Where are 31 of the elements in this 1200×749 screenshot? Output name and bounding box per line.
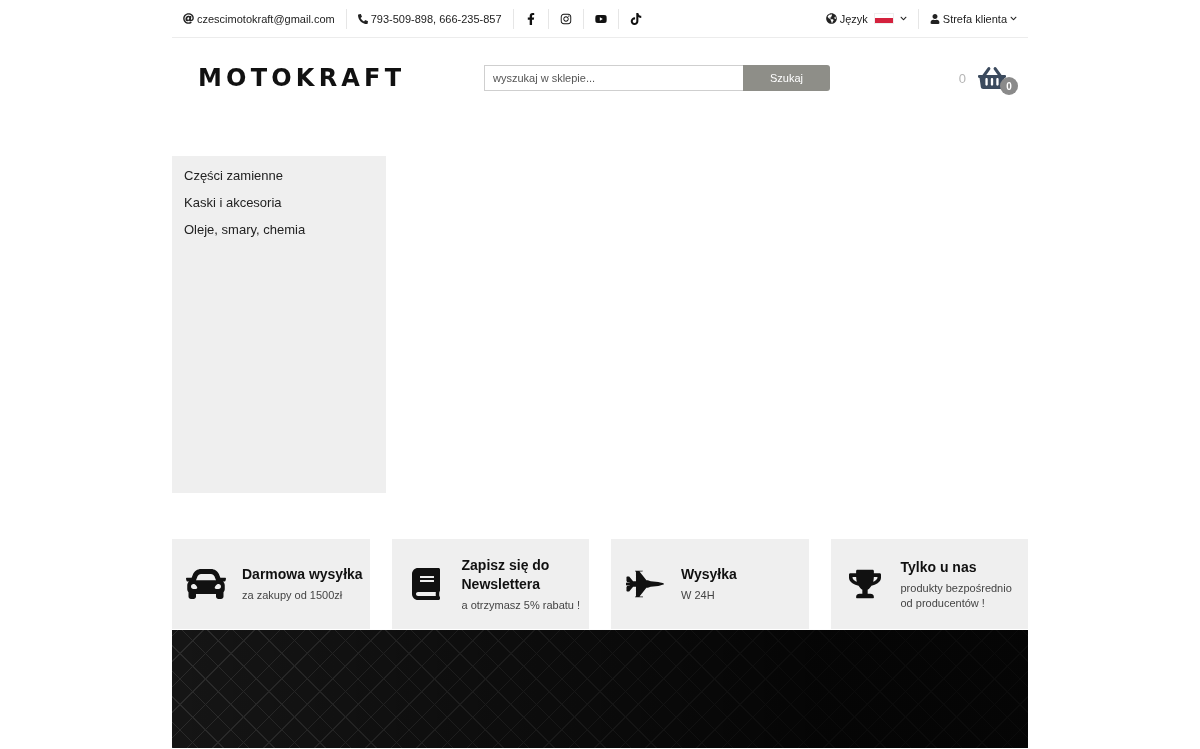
- cart-total: 0: [958, 70, 966, 86]
- search-field[interactable]: wyszukaj w sklepie...: [484, 65, 743, 91]
- feature-subtitle: produkty bezpośrednio od producentów !: [900, 580, 1013, 611]
- instagram-icon[interactable]: [559, 12, 572, 25]
- feature-title: Darmowa wysyłka: [242, 565, 363, 584]
- category-link[interactable]: Części zamienne: [172, 166, 386, 193]
- phone-icon: [357, 13, 368, 24]
- cart-count-badge: 0: [1000, 77, 1018, 95]
- trophy-icon: [848, 568, 881, 600]
- feature-subtitle: a otrzymasz 5% rabatu !: [461, 597, 582, 613]
- feature-title: Zapisz się do Newslettera: [461, 555, 551, 594]
- email-link[interactable]: czescimotokraft@gmail.com: [197, 12, 335, 25]
- user-icon: [929, 13, 940, 24]
- category-link[interactable]: Kaski i akcesoria: [172, 193, 386, 220]
- book-icon: [409, 568, 442, 600]
- globe-icon: [825, 13, 837, 24]
- category-link[interactable]: Oleje, smary, chemia: [172, 220, 386, 247]
- flag-icon: [873, 13, 894, 24]
- feature-title: Tylko u nas: [900, 557, 978, 577]
- feature-subtitle: za zakupy od 1500zł: [242, 588, 344, 603]
- feature-subtitle: W 24H: [681, 588, 716, 603]
- at-sign-icon: [183, 13, 194, 24]
- account-menu[interactable]: Strefa klienta: [929, 12, 1017, 25]
- phone-numbers: 793-509-898, 666-235-857: [370, 12, 502, 25]
- language-selector[interactable]: Język: [825, 12, 907, 25]
- chevron-down-icon: [899, 15, 907, 22]
- feature-title: Wysyłka: [681, 565, 737, 584]
- chevron-down-icon: [1010, 15, 1017, 22]
- youtube-icon[interactable]: [594, 12, 607, 25]
- motokraft-logo[interactable]: MOTOKRAFT: [198, 64, 406, 92]
- tiktok-icon[interactable]: [629, 12, 642, 25]
